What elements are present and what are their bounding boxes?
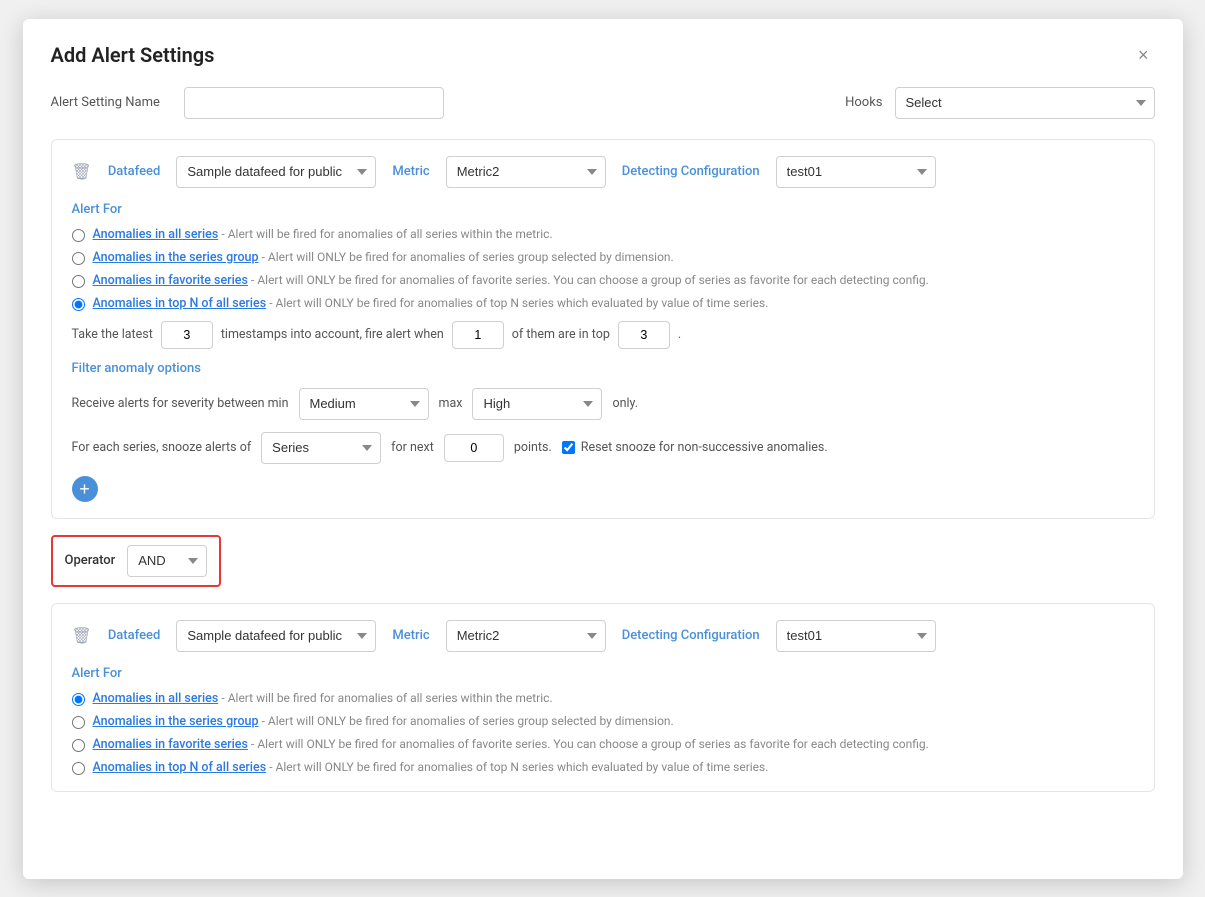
hooks-label: Hooks [845,95,882,110]
snooze-select-1[interactable]: Series Metric All [261,432,381,464]
take-latest-label: Take the latest [72,327,153,342]
reset-snooze-label-1[interactable]: Reset snooze for non-successive anomalie… [562,440,828,455]
add-alert-modal: Add Alert Settings × Alert Setting Name … [23,19,1183,879]
top-row: Alert Setting Name Hooks Select [51,87,1155,119]
only-label-1: only. [612,396,638,411]
fire-when-input[interactable] [452,321,504,349]
close-button[interactable]: × [1132,44,1155,66]
timestamps-label: timestamps into account, fire alert when [221,327,444,342]
radio-favorite-1[interactable] [72,275,85,288]
radio-label-anomalies-all-2: Anomalies in all series - Alert will be … [93,691,553,706]
metric-select-1[interactable]: Metric2 [446,156,606,188]
radio-item-top-n-2: Anomalies in top N of all series - Alert… [72,760,1134,775]
snooze-label-1: For each series, snooze alerts of [72,440,252,455]
trash-icon-2[interactable]: 🗑 [72,626,92,645]
radio-top-n-2[interactable] [72,762,85,775]
radio-item-favorite-2: Anomalies in favorite series - Alert wil… [72,737,1134,752]
section-1-card: 🗑 Datafeed Sample datafeed for public Me… [51,139,1155,519]
operator-select[interactable]: AND OR [127,545,207,577]
radio-item-series-group-1: Anomalies in the series group - Alert wi… [72,250,1134,265]
radio-top-n-1[interactable] [72,298,85,311]
modal-title: Add Alert Settings [51,43,215,67]
radio-label-top-n-1: Anomalies in top N of all series - Alert… [93,296,769,311]
alert-for-section-2: Alert For Anomalies in all series - Aler… [72,666,1134,775]
radio-anomalies-all-1[interactable] [72,229,85,242]
radio-label-top-n-2: Anomalies in top N of all series - Alert… [93,760,769,775]
max-label-1: max [439,396,463,411]
points-label-1: points. [514,440,552,455]
radio-label-series-group-2: Anomalies in the series group - Alert wi… [93,714,674,729]
for-next-label-1: for next [391,440,434,455]
section-2-card: 🗑 Datafeed Sample datafeed for public Me… [51,603,1155,792]
metric-label-1: Metric [392,164,429,179]
severity-min-select-1[interactable]: Medium Low High Critical [299,388,429,420]
hooks-select[interactable]: Select [895,87,1155,119]
modal-header: Add Alert Settings × [51,43,1155,67]
top-n-inputs-row: Take the latest timestamps into account,… [72,321,1134,349]
alert-for-section-1: Alert For Anomalies in all series - Aler… [72,202,1134,349]
radio-item-anomalies-all-2: Anomalies in all series - Alert will be … [72,691,1134,706]
datafeed-select-2[interactable]: Sample datafeed for public [176,620,376,652]
metric-select-2[interactable]: Metric2 [446,620,606,652]
reset-snooze-text-1: Reset snooze for non-successive anomalie… [581,440,828,455]
severity-max-select-1[interactable]: High Low Medium Critical [472,388,602,420]
top-input[interactable] [618,321,670,349]
alert-for-title-2: Alert For [72,666,1134,681]
radio-group-1: Anomalies in all series - Alert will be … [72,227,1134,311]
detecting-label-2: Detecting Configuration [622,628,760,643]
radio-item-favorite-1: Anomalies in favorite series - Alert wil… [72,273,1134,288]
datafeed-row-1: 🗑 Datafeed Sample datafeed for public Me… [72,156,1134,188]
datafeed-select-1[interactable]: Sample datafeed for public [176,156,376,188]
radio-series-group-2[interactable] [72,716,85,729]
snooze-input-1[interactable] [444,434,504,462]
operator-label: Operator [65,553,116,568]
radio-item-top-n-1: Anomalies in top N of all series - Alert… [72,296,1134,311]
add-filter-button-1[interactable]: + [72,476,98,502]
datafeed-label-1: Datafeed [108,164,161,179]
alert-name-input[interactable] [184,87,444,119]
radio-group-2: Anomalies in all series - Alert will be … [72,691,1134,775]
radio-favorite-2[interactable] [72,739,85,752]
detecting-select-2[interactable]: test01 [776,620,936,652]
filter-section-1: Filter anomaly options Receive alerts fo… [72,361,1134,502]
reset-snooze-checkbox-1[interactable] [562,441,575,454]
datafeed-label-2: Datafeed [108,628,161,643]
trash-icon-1[interactable]: 🗑 [72,162,92,181]
severity-row-1: Receive alerts for severity between min … [72,388,1134,420]
alert-name-label: Alert Setting Name [51,95,160,110]
radio-label-favorite-2: Anomalies in favorite series - Alert wil… [93,737,929,752]
dot-1: . [678,327,681,342]
operator-row: Operator AND OR [51,535,222,587]
datafeed-row-2: 🗑 Datafeed Sample datafeed for public Me… [72,620,1134,652]
severity-label-1: Receive alerts for severity between min [72,396,289,411]
metric-label-2: Metric [392,628,429,643]
radio-label-series-group-1: Anomalies in the series group - Alert wi… [93,250,674,265]
of-them-label: of them are in top [512,327,610,342]
radio-anomalies-all-2[interactable] [72,693,85,706]
radio-item-series-group-2: Anomalies in the series group - Alert wi… [72,714,1134,729]
detecting-label-1: Detecting Configuration [622,164,760,179]
take-latest-input[interactable] [161,321,213,349]
radio-series-group-1[interactable] [72,252,85,265]
filter-title-1: Filter anomaly options [72,361,1134,376]
detecting-select-1[interactable]: test01 [776,156,936,188]
snooze-row-1: For each series, snooze alerts of Series… [72,432,1134,464]
radio-item-anomalies-all-1: Anomalies in all series - Alert will be … [72,227,1134,242]
alert-for-title-1: Alert For [72,202,1134,217]
radio-label-anomalies-all-1: Anomalies in all series - Alert will be … [93,227,553,242]
radio-label-favorite-1: Anomalies in favorite series - Alert wil… [93,273,929,288]
hooks-group: Hooks Select [845,87,1154,119]
